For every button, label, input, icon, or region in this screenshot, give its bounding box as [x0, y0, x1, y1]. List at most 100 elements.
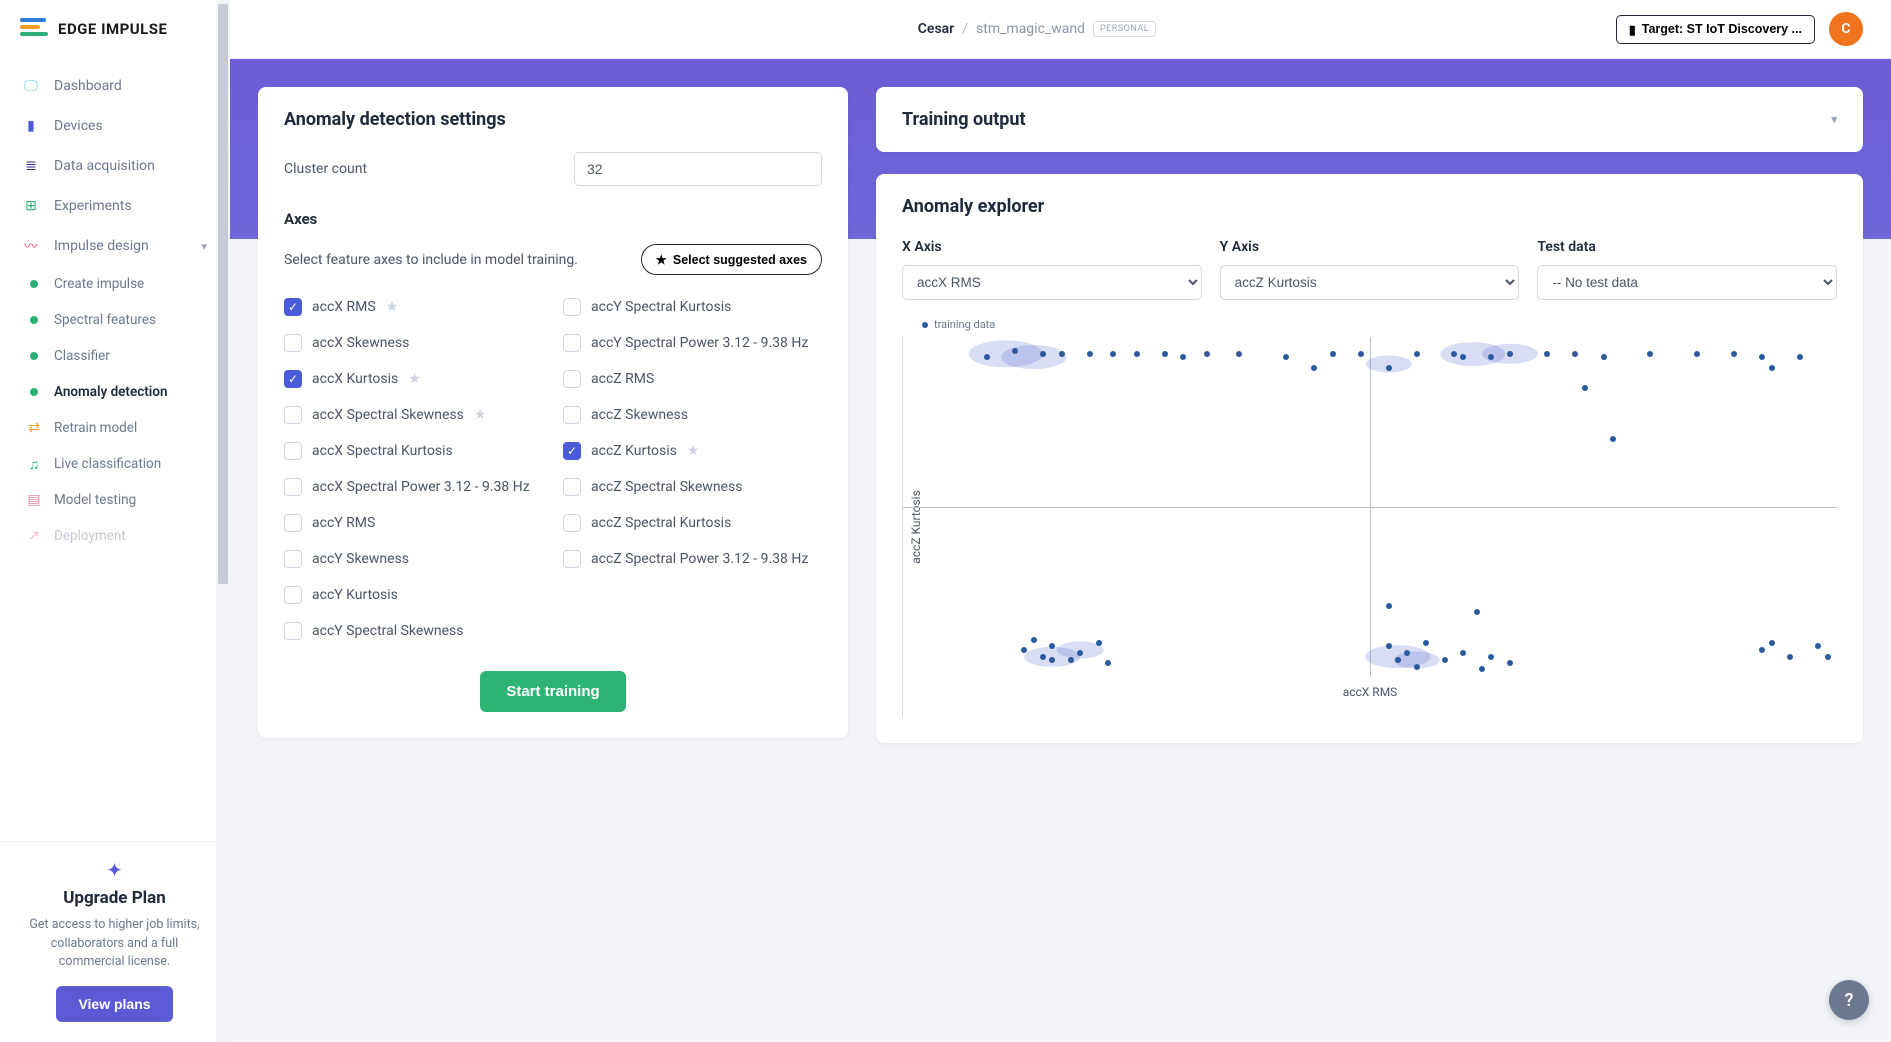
- data-point[interactable]: [1769, 365, 1775, 371]
- axis-checkbox[interactable]: [563, 478, 581, 496]
- axis-checkbox[interactable]: [563, 550, 581, 568]
- data-point[interactable]: [1825, 654, 1831, 660]
- axis-checkbox[interactable]: ✓: [284, 370, 302, 388]
- data-point[interactable]: [1474, 609, 1480, 615]
- nav-create-impulse[interactable]: Create impulse: [0, 266, 229, 302]
- axis-checkbox[interactable]: [284, 478, 302, 496]
- xaxis-select[interactable]: accX RMS: [902, 265, 1202, 300]
- nav-devices[interactable]: ▮Devices: [0, 106, 229, 146]
- data-point[interactable]: [1694, 351, 1700, 357]
- axis-checkbox[interactable]: [563, 406, 581, 424]
- data-point[interactable]: [1087, 351, 1093, 357]
- data-point[interactable]: [1012, 348, 1018, 354]
- data-point[interactable]: [1572, 351, 1578, 357]
- data-point[interactable]: [1414, 351, 1420, 357]
- nav-experiments[interactable]: ⊞Experiments: [0, 186, 229, 226]
- data-point[interactable]: [1077, 650, 1083, 656]
- select-suggested-axes-button[interactable]: ★ Select suggested axes: [641, 244, 822, 275]
- data-point[interactable]: [1162, 351, 1168, 357]
- data-point[interactable]: [1105, 660, 1111, 666]
- view-plans-button[interactable]: View plans: [56, 986, 172, 1022]
- data-point[interactable]: [1759, 647, 1765, 653]
- data-point[interactable]: [1488, 354, 1494, 360]
- data-point[interactable]: [1040, 351, 1046, 357]
- nav-dashboard[interactable]: 🖵Dashboard: [0, 66, 229, 106]
- data-point[interactable]: [1040, 654, 1046, 660]
- data-point[interactable]: [1180, 354, 1186, 360]
- data-point[interactable]: [1582, 385, 1588, 391]
- data-point[interactable]: [1386, 365, 1392, 371]
- chevron-down-icon[interactable]: ▾: [1831, 113, 1837, 126]
- data-point[interactable]: [1451, 351, 1457, 357]
- data-point[interactable]: [1423, 640, 1429, 646]
- breadcrumb-user[interactable]: Cesar: [918, 21, 954, 37]
- data-point[interactable]: [1610, 436, 1616, 442]
- axis-checkbox[interactable]: ✓: [284, 298, 302, 316]
- data-point[interactable]: [1236, 351, 1242, 357]
- nav-deployment[interactable]: ↗Deployment: [0, 518, 229, 554]
- data-point[interactable]: [1479, 666, 1485, 672]
- nav-data-acquisition[interactable]: ≣Data acquisition: [0, 146, 229, 186]
- star-icon[interactable]: ★: [474, 407, 487, 423]
- data-point[interactable]: [1815, 643, 1821, 649]
- data-point[interactable]: [1404, 650, 1410, 656]
- data-point[interactable]: [1096, 640, 1102, 646]
- nav-spectral[interactable]: Spectral features: [0, 302, 229, 338]
- yaxis-select[interactable]: accZ Kurtosis: [1220, 265, 1520, 300]
- data-point[interactable]: [1386, 643, 1392, 649]
- data-point[interactable]: [1787, 654, 1793, 660]
- data-point[interactable]: [1204, 351, 1210, 357]
- data-point[interactable]: [1358, 351, 1364, 357]
- axis-checkbox[interactable]: [284, 334, 302, 352]
- axis-checkbox[interactable]: [284, 442, 302, 460]
- data-point[interactable]: [1049, 657, 1055, 663]
- axis-checkbox[interactable]: ✓: [563, 442, 581, 460]
- axis-checkbox[interactable]: [563, 514, 581, 532]
- data-point[interactable]: [1414, 664, 1420, 670]
- data-point[interactable]: [1283, 354, 1289, 360]
- axis-checkbox[interactable]: [284, 586, 302, 604]
- avatar[interactable]: C: [1829, 12, 1863, 46]
- cluster-count-input[interactable]: [574, 152, 822, 186]
- breadcrumb-project[interactable]: stm_magic_wand: [976, 21, 1085, 37]
- target-button[interactable]: ▮ Target: ST IoT Discovery ...: [1616, 15, 1815, 44]
- data-point[interactable]: [1647, 351, 1653, 357]
- data-point[interactable]: [1442, 657, 1448, 663]
- axis-checkbox[interactable]: [284, 514, 302, 532]
- data-point[interactable]: [1134, 351, 1140, 357]
- help-button[interactable]: ?: [1829, 980, 1869, 1020]
- axis-checkbox[interactable]: [563, 370, 581, 388]
- star-icon[interactable]: ★: [386, 299, 399, 315]
- testdata-select[interactable]: -- No test data: [1537, 265, 1837, 300]
- data-point[interactable]: [1797, 354, 1803, 360]
- data-point[interactable]: [1769, 640, 1775, 646]
- nav-classifier[interactable]: Classifier: [0, 338, 229, 374]
- start-training-button[interactable]: Start training: [480, 671, 625, 712]
- axis-checkbox[interactable]: [284, 622, 302, 640]
- nav-impulse-design[interactable]: 〰Impulse design ▾: [0, 226, 229, 266]
- data-point[interactable]: [1731, 351, 1737, 357]
- data-point[interactable]: [1031, 637, 1037, 643]
- data-point[interactable]: [1601, 354, 1607, 360]
- nav-retrain[interactable]: ⇄Retrain model: [0, 410, 229, 446]
- logo[interactable]: EDGE IMPULSE: [0, 0, 229, 58]
- data-point[interactable]: [984, 354, 990, 360]
- data-point[interactable]: [1059, 351, 1065, 357]
- axis-checkbox[interactable]: [563, 334, 581, 352]
- data-point[interactable]: [1759, 354, 1765, 360]
- scatter-plot[interactable]: accZ Kurtosis accX RMS: [902, 337, 1837, 717]
- nav-live-classification[interactable]: ♫Live classification: [0, 446, 229, 482]
- data-point[interactable]: [1068, 657, 1074, 663]
- data-point[interactable]: [1021, 647, 1027, 653]
- data-point[interactable]: [1311, 365, 1317, 371]
- axis-checkbox[interactable]: [284, 406, 302, 424]
- data-point[interactable]: [1507, 660, 1513, 666]
- data-point[interactable]: [1544, 351, 1550, 357]
- data-point[interactable]: [1460, 354, 1466, 360]
- data-point[interactable]: [1488, 654, 1494, 660]
- nav-model-testing[interactable]: ▤Model testing: [0, 482, 229, 518]
- axis-checkbox[interactable]: [563, 298, 581, 316]
- star-icon[interactable]: ★: [687, 443, 700, 459]
- nav-anomaly-detection[interactable]: Anomaly detection: [0, 374, 229, 410]
- data-point[interactable]: [1110, 351, 1116, 357]
